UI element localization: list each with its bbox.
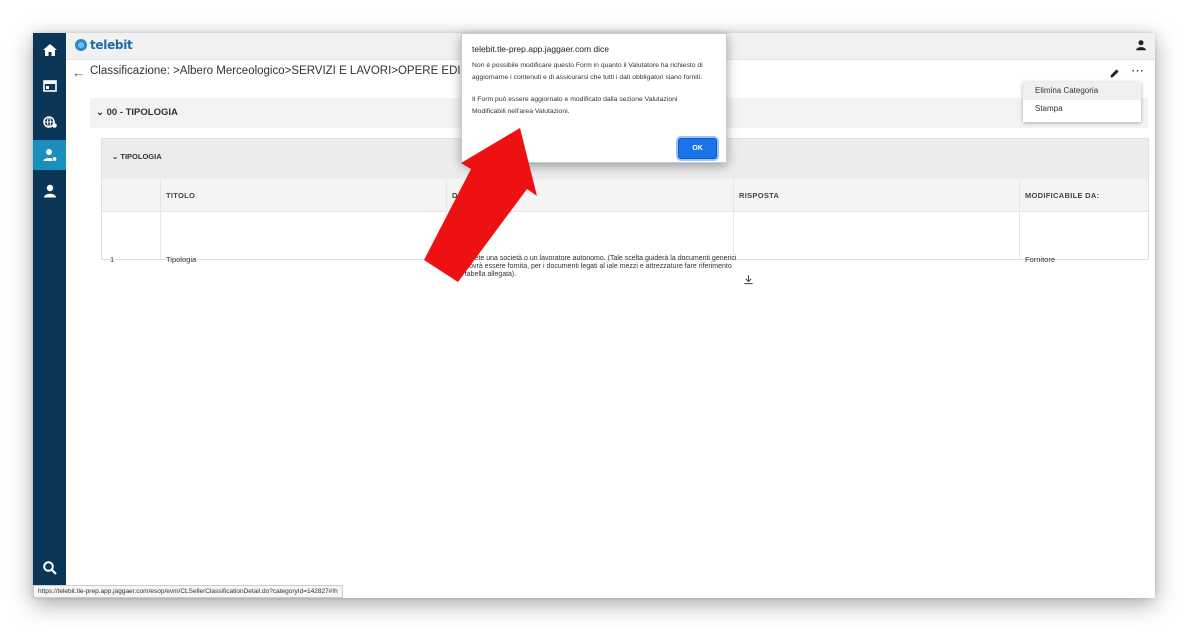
column-header-modificabile: MODIFICABILE DA: [1025, 191, 1100, 200]
search-icon[interactable] [33, 553, 66, 583]
dialog-message: Non è possibile modificare questo Form i… [472, 60, 712, 128]
ok-button[interactable]: OK [678, 138, 717, 159]
column-header-titolo: TITOLO [166, 191, 196, 200]
row-number: 1 [110, 255, 115, 264]
card-title: ⌄ TIPOLOGIA [112, 152, 162, 161]
card-title-text: TIPOLOGIA [120, 152, 162, 161]
column-divider [1019, 179, 1020, 259]
user-settings-icon[interactable] [33, 140, 66, 170]
row-descrizione: re se siete una società o un lavoratore … [452, 255, 737, 278]
section-title: ⌄ 00 - TIPOLOGIA [96, 107, 178, 118]
telebit-logo[interactable]: telebit [74, 38, 133, 52]
home-icon[interactable] [33, 35, 66, 65]
dialog-message-1: Non è possibile modificare questo Form i… [472, 62, 703, 81]
row-titolo: Tipologia [166, 255, 197, 264]
menu-item-elimina-categoria[interactable]: Elimina Categoria [1023, 82, 1141, 100]
column-divider [160, 179, 161, 259]
column-divider [733, 179, 734, 259]
section-title-text: 00 - TIPOLOGIA [106, 107, 178, 118]
logo-text: telebit [90, 38, 133, 52]
account-icon[interactable] [1135, 38, 1147, 56]
status-url: https://telebit.tle-prep.app.jaggaer.com… [33, 585, 343, 598]
column-header-descrizione: D [452, 191, 458, 200]
column-header-risposta: RISPOSTA [739, 191, 780, 200]
left-sidebar [33, 33, 66, 598]
menu-item-stampa[interactable]: Stampa [1023, 100, 1141, 118]
chevron-down-icon: ⌄ [96, 107, 104, 118]
breadcrumb: Classificazione: >Albero Merceologico>SE… [90, 65, 503, 77]
table-header: TITOLO D RISPOSTA MODIFICABILE DA: [102, 179, 1148, 212]
row-modificabile: Fornitore [1025, 255, 1056, 264]
options-menu: Elimina Categoria Stampa [1023, 82, 1141, 122]
column-divider [446, 179, 447, 259]
back-arrow-icon[interactable]: ← [72, 65, 85, 80]
logo-mark-icon [75, 39, 87, 51]
download-icon[interactable] [743, 272, 754, 290]
chevron-down-icon: ⌄ [112, 152, 119, 161]
globe-settings-icon[interactable] [33, 107, 66, 137]
dashboard-icon[interactable] [33, 71, 66, 101]
more-options-icon[interactable]: ⋯ [1131, 63, 1145, 79]
alert-dialog: telebit.tle-prep.app.jaggaer.com dice No… [461, 33, 727, 163]
dialog-title: telebit.tle-prep.app.jaggaer.com dice [472, 44, 610, 54]
user-icon[interactable] [33, 176, 66, 206]
dialog-message-2: Il Form può essere aggiornato e modifica… [472, 96, 678, 115]
